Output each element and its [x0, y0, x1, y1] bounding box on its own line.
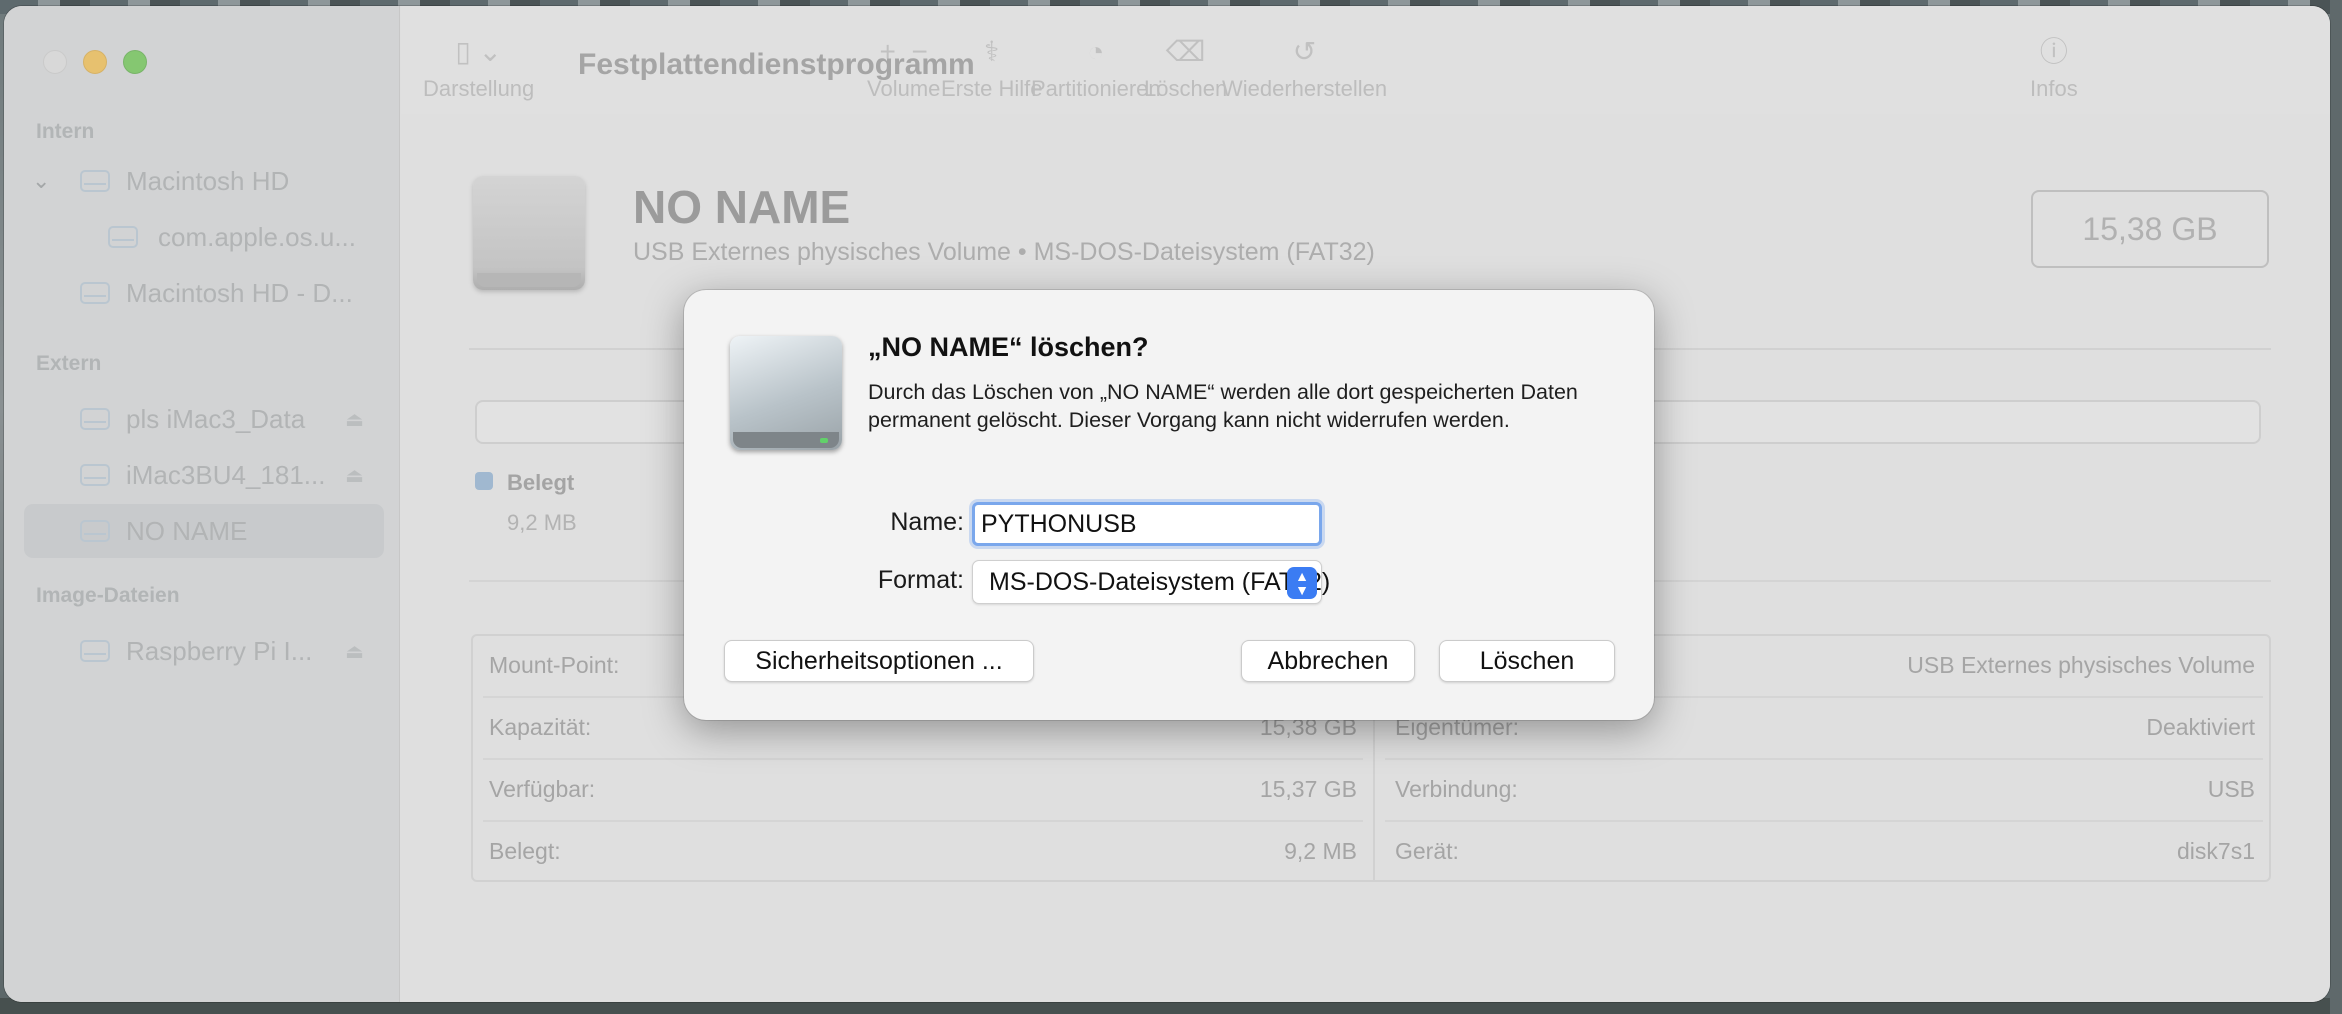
erase-dialog: „NO NAME“ löschen? Durch das Löschen von… — [684, 290, 1654, 720]
format-select[interactable]: MS-DOS-Dateisystem (FAT32) ▲ ▼ — [972, 560, 1330, 604]
format-field-label: Format: — [877, 566, 964, 594]
security-options-button[interactable]: Sicherheitsoptionen ... — [724, 640, 1034, 682]
dialog-title: „NO NAME“ löschen? — [868, 332, 1149, 362]
name-field-label: Name: — [890, 508, 964, 536]
external-disk-icon — [730, 336, 842, 450]
cancel-button[interactable]: Abbrechen — [1241, 640, 1415, 682]
chevron-up-down-icon[interactable]: ▲ ▼ — [1287, 567, 1317, 599]
desktop-edge — [2330, 0, 2342, 1014]
erase-button[interactable]: Löschen — [1439, 640, 1615, 682]
dialog-message: Durch das Löschen von „NO NAME“ werden a… — [868, 380, 1578, 432]
format-select-value: MS-DOS-Dateisystem (FAT32) — [989, 568, 1331, 596]
disk-led — [820, 438, 828, 443]
name-field[interactable] — [972, 502, 1322, 546]
